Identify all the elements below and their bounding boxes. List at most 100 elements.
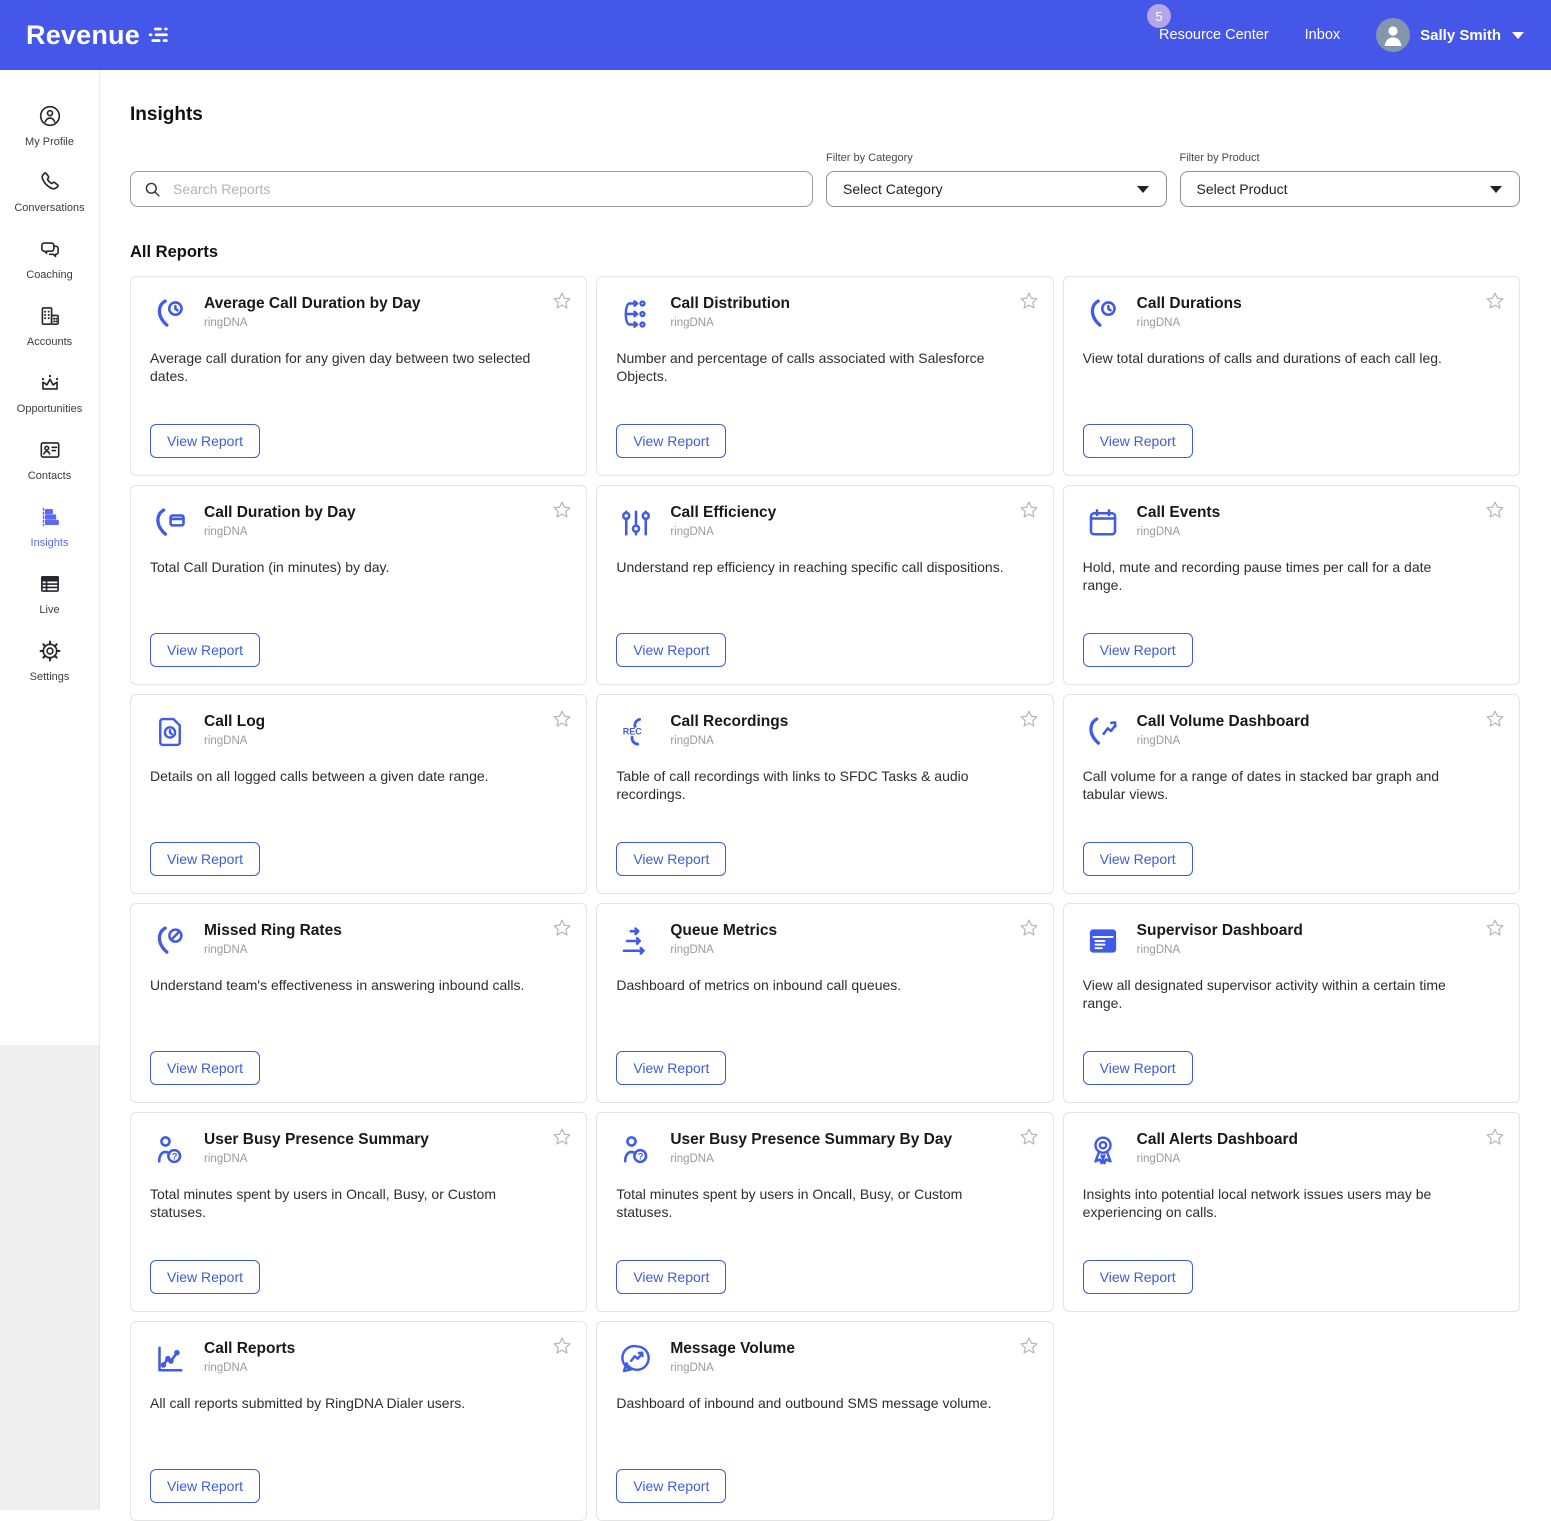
report-title: Average Call Duration by Day	[204, 295, 421, 314]
view-report-button[interactable]: View Report	[1083, 842, 1193, 876]
view-report-button[interactable]: View Report	[1083, 424, 1193, 458]
sidebar-item-label: Settings	[30, 671, 70, 683]
favorite-star-icon[interactable]	[1484, 290, 1506, 312]
report-source: ringDNA	[204, 526, 356, 538]
favorite-star-icon[interactable]	[1484, 917, 1506, 939]
favorite-star-icon[interactable]	[1484, 708, 1506, 730]
bar-chart-icon	[37, 504, 63, 530]
report-card-call-reports: Call Reports ringDNA All call reports su…	[130, 1321, 587, 1521]
report-source: ringDNA	[204, 1362, 295, 1374]
id-card-icon	[37, 437, 63, 463]
favorite-star-icon[interactable]	[1018, 708, 1040, 730]
report-card-missed-ring-rates: Missed Ring Rates ringDNA Understand tea…	[130, 903, 587, 1103]
view-report-button[interactable]: View Report	[150, 633, 260, 667]
favorite-star-icon[interactable]	[1018, 1126, 1040, 1148]
sidebar: My Profile Conversations Coaching Accoun…	[0, 70, 100, 1045]
view-report-button[interactable]: View Report	[150, 1051, 260, 1085]
report-source: ringDNA	[1137, 944, 1303, 956]
favorite-star-icon[interactable]	[551, 1335, 573, 1357]
report-title: Supervisor Dashboard	[1137, 922, 1303, 941]
sidebar-item-settings[interactable]: Settings	[0, 627, 99, 694]
report-source: ringDNA	[204, 317, 421, 329]
svg-text:REC: REC	[623, 727, 643, 737]
sidebar-item-conversations[interactable]: Conversations	[0, 159, 99, 225]
report-card-call-volume-dashboard: Call Volume Dashboard ringDNA Call volum…	[1063, 694, 1520, 894]
report-title: Call Reports	[204, 1340, 295, 1359]
report-source: ringDNA	[1137, 317, 1242, 329]
report-source: ringDNA	[204, 1153, 429, 1165]
view-report-button[interactable]: View Report	[616, 424, 726, 458]
view-report-button[interactable]: View Report	[150, 842, 260, 876]
view-report-button[interactable]: View Report	[1083, 633, 1193, 667]
sliders-icon	[616, 503, 656, 543]
report-title: Call Distribution	[670, 295, 790, 314]
sidebar-item-coaching[interactable]: Coaching	[0, 225, 99, 292]
favorite-star-icon[interactable]	[551, 1126, 573, 1148]
view-report-button[interactable]: View Report	[616, 842, 726, 876]
view-report-button[interactable]: View Report	[1083, 1051, 1193, 1085]
inbox-link[interactable]: Inbox	[1305, 27, 1340, 43]
report-title: Call Events	[1137, 504, 1221, 523]
resource-center-link[interactable]: Resource Center	[1159, 27, 1269, 43]
category-select[interactable]: Select Category	[826, 171, 1167, 207]
view-report-button[interactable]: View Report	[616, 1051, 726, 1085]
view-report-button[interactable]: View Report	[616, 633, 726, 667]
favorite-star-icon[interactable]	[551, 290, 573, 312]
dashboard-table-icon	[1083, 921, 1123, 961]
sidebar-item-accounts[interactable]: Accounts	[0, 292, 99, 359]
favorite-star-icon[interactable]	[551, 917, 573, 939]
sidebar-item-label: Insights	[31, 537, 69, 549]
chat-bubbles-icon	[37, 236, 63, 262]
calendar-icon	[1083, 503, 1123, 543]
report-description: Insights into potential local network is…	[1083, 1185, 1500, 1221]
sidebar-item-label: Opportunities	[17, 403, 82, 415]
view-report-button[interactable]: View Report	[616, 1260, 726, 1294]
report-description: Total minutes spent by users in Oncall, …	[150, 1185, 567, 1221]
queue-arrows-icon	[616, 921, 656, 961]
report-card-call-alerts-dashboard: Call Alerts Dashboard ringDNA Insights i…	[1063, 1112, 1520, 1312]
view-report-button[interactable]: View Report	[1083, 1260, 1193, 1294]
notification-count-badge: 5	[1147, 4, 1171, 28]
view-report-button[interactable]: View Report	[150, 1469, 260, 1503]
sidebar-item-my-profile[interactable]: My Profile	[0, 92, 99, 159]
report-card-message-volume: Message Volume ringDNA Dashboard of inbo…	[596, 1321, 1053, 1521]
view-report-button[interactable]: View Report	[150, 424, 260, 458]
report-description: Understand rep efficiency in reaching sp…	[616, 558, 1033, 576]
report-card-queue-metrics: Queue Metrics ringDNA Dashboard of metri…	[596, 903, 1053, 1103]
user-menu[interactable]: Sally Smith	[1376, 18, 1525, 52]
phone-clock-icon	[150, 294, 190, 334]
svg-text:?: ?	[172, 1151, 178, 1161]
report-title: Call Duration by Day	[204, 504, 356, 523]
favorite-star-icon[interactable]	[551, 708, 573, 730]
view-report-button[interactable]: View Report	[616, 1469, 726, 1503]
report-description: Details on all logged calls between a gi…	[150, 767, 567, 785]
brand-mark-icon	[147, 20, 171, 51]
phone-card-icon	[150, 503, 190, 543]
document-clock-icon	[150, 712, 190, 752]
favorite-star-icon[interactable]	[1018, 917, 1040, 939]
report-source: ringDNA	[204, 944, 342, 956]
report-source: ringDNA	[670, 317, 790, 329]
report-card-call-duration-by-day: Call Duration by Day ringDNA Total Call …	[130, 485, 587, 685]
favorite-star-icon[interactable]	[1018, 290, 1040, 312]
report-card-call-distribution: Call Distribution ringDNA Number and per…	[596, 276, 1053, 476]
view-report-button[interactable]: View Report	[150, 1260, 260, 1294]
sidebar-item-opportunities[interactable]: Opportunities	[0, 359, 99, 426]
search-input[interactable]	[171, 180, 800, 198]
sidebar-item-label: My Profile	[25, 136, 74, 148]
favorite-star-icon[interactable]	[1484, 1126, 1506, 1148]
gear-icon	[37, 638, 63, 664]
sidebar-item-contacts[interactable]: Contacts	[0, 426, 99, 493]
report-card-user-busy-presence-summary-by-day: ? User Busy Presence Summary By Day ring…	[596, 1112, 1053, 1312]
favorite-star-icon[interactable]	[1018, 1335, 1040, 1357]
favorite-star-icon[interactable]	[1018, 499, 1040, 521]
sidebar-item-live[interactable]: Live	[0, 560, 99, 627]
favorite-star-icon[interactable]	[551, 499, 573, 521]
sidebar-item-insights[interactable]: Insights	[0, 493, 99, 560]
product-select[interactable]: Select Product	[1180, 171, 1521, 207]
page-title: Insights	[130, 104, 1520, 126]
favorite-star-icon[interactable]	[1484, 499, 1506, 521]
report-description: Number and percentage of calls associate…	[616, 349, 1033, 385]
revenue-logo[interactable]: Revenue	[26, 20, 171, 51]
report-card-call-efficiency: Call Efficiency ringDNA Understand rep e…	[596, 485, 1053, 685]
